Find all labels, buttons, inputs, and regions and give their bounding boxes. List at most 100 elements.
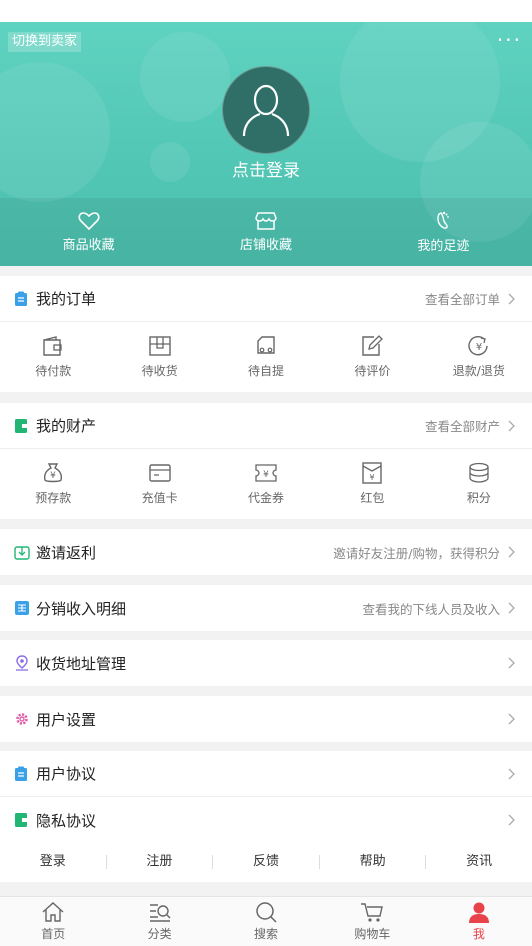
footer-link-feedback[interactable]: 反馈 (213, 855, 320, 869)
footer-link-help[interactable]: 帮助 (320, 855, 427, 869)
invite-title: 邀请返利 (36, 543, 97, 562)
distribution-row[interactable]: 分销收入明细 查看我的下线人员及收入 (0, 585, 532, 631)
tab-me[interactable]: 我 (426, 897, 532, 946)
asset-red-packet[interactable]: ¥ 红包 (319, 449, 425, 519)
category-icon (149, 904, 171, 922)
asset-red-packet-label: 红包 (360, 491, 385, 505)
refund-icon: ¥ (468, 336, 488, 356)
chevron-right-icon (504, 545, 518, 559)
tab-category-label: 分类 (147, 927, 172, 941)
favorites-goods-button[interactable]: 商品收藏 (0, 198, 177, 266)
assets-header[interactable]: 我的财产 查看全部财产 (0, 403, 532, 449)
orders-header[interactable]: 我的订单 查看全部订单 (0, 276, 532, 322)
voucher-icon: ¥ (255, 464, 277, 482)
invite-icon (14, 544, 30, 560)
assets-section: 我的财产 查看全部财产 ¥ 预存款 充值卡 ¥ 代金券 ¥ 红包 积分 (0, 403, 532, 519)
distribution-icon (14, 600, 30, 616)
login-link[interactable]: 点击登录 (0, 156, 532, 181)
invite-section: 邀请返利 邀请好友注册/购物，获得积分 (0, 529, 532, 575)
switch-to-seller-button[interactable]: 切换到卖家 (8, 32, 82, 52)
favorites-shop-label: 店铺收藏 (239, 238, 292, 253)
card-icon (148, 464, 171, 482)
agreement-title: 用户协议 (36, 765, 97, 783)
status-bar (0, 0, 532, 22)
assets-title: 我的财产 (36, 417, 97, 435)
order-refund-label: 退款/退货 (452, 364, 505, 378)
cart-icon (361, 903, 384, 922)
footprint-button[interactable]: 我的足迹 (355, 198, 532, 266)
tab-category[interactable]: 分类 (106, 897, 212, 946)
asset-voucher-label: 代金券 (248, 491, 285, 505)
chevron-right-icon (504, 419, 518, 433)
favorites-shop-button[interactable]: 店铺收藏 (177, 198, 354, 266)
edit-icon (362, 335, 384, 356)
agreements-section: 用户协议 隐私协议 (0, 751, 532, 843)
footer-link-news[interactable]: 资讯 (426, 855, 532, 869)
decor-bubble (0, 62, 110, 202)
favorites-goods-label: 商品收藏 (62, 238, 115, 253)
shop-icon (255, 212, 277, 230)
invite-desc: 邀请好友注册/购物，获得积分 (333, 545, 500, 561)
asset-recharge-card[interactable]: 充值卡 (106, 449, 212, 519)
orders-view-all-link[interactable]: 查看全部订单 (425, 289, 500, 308)
svg-text:¥: ¥ (476, 342, 482, 353)
settings-row[interactable]: 用户设置 (0, 696, 532, 742)
tab-cart-label: 购物车 (354, 927, 391, 941)
orders-section: 我的订单 查看全部订单 待付款 待收货 待自提 待评价 ¥ 退款/退货 (0, 276, 532, 392)
asset-points[interactable]: 积分 (426, 449, 532, 519)
home-icon (42, 902, 64, 922)
document-green-icon (14, 812, 30, 828)
bottom-tab-bar: 首页 分类 搜索 购物车 我 (0, 896, 532, 946)
assets-view-all-link[interactable]: 查看全部财产 (425, 416, 500, 435)
order-pending-pickup[interactable]: 待自提 (213, 322, 319, 392)
order-refund[interactable]: ¥ 退款/退货 (426, 322, 532, 392)
footer-link-login[interactable]: 登录 (0, 855, 107, 869)
order-pending-receipt[interactable]: 待收货 (106, 322, 212, 392)
wallet-icon (43, 336, 62, 356)
order-pending-review[interactable]: 待评价 (319, 322, 425, 392)
order-pending-pickup-label: 待自提 (248, 364, 285, 378)
svg-text:¥: ¥ (50, 471, 56, 481)
user-icon (468, 902, 489, 923)
settings-title: 用户设置 (36, 710, 97, 729)
more-icon[interactable]: ··· (497, 30, 522, 50)
footprint-label: 我的足迹 (417, 239, 470, 254)
distribution-desc: 查看我的下线人员及收入 (362, 601, 500, 617)
tab-home-label: 首页 (41, 927, 66, 941)
agreement-row[interactable]: 用户协议 (0, 751, 532, 797)
tab-home[interactable]: 首页 (0, 897, 106, 946)
chevron-right-icon (504, 712, 518, 726)
order-pending-payment-label: 待付款 (35, 364, 72, 378)
truck-icon (257, 336, 275, 354)
order-pending-review-label: 待评价 (354, 364, 391, 378)
avatar[interactable] (222, 66, 310, 154)
coins-icon (469, 462, 489, 483)
search-icon (256, 902, 277, 923)
privacy-title: 隐私协议 (36, 811, 97, 830)
wallet-green-icon (14, 418, 30, 434)
address-title: 收货地址管理 (36, 654, 127, 673)
settings-section: 用户设置 (0, 696, 532, 742)
footer-link-register[interactable]: 注册 (107, 855, 214, 869)
order-pending-payment[interactable]: 待付款 (0, 322, 106, 392)
asset-deposit-label: 预存款 (35, 491, 72, 505)
tab-search[interactable]: 搜索 (213, 897, 319, 946)
chevron-right-icon (504, 656, 518, 670)
gear-icon (14, 711, 30, 727)
user-silhouette-icon (242, 84, 290, 137)
chevron-right-icon (504, 813, 518, 827)
invite-row[interactable]: 邀请返利 邀请好友注册/购物，获得积分 (0, 529, 532, 575)
clipboard-icon (14, 766, 30, 782)
distribution-section: 分销收入明细 查看我的下线人员及收入 (0, 585, 532, 631)
privacy-row[interactable]: 隐私协议 (0, 797, 532, 843)
tab-search-label: 搜索 (254, 927, 279, 941)
asset-deposit[interactable]: ¥ 预存款 (0, 449, 106, 519)
asset-voucher[interactable]: ¥ 代金券 (213, 449, 319, 519)
address-row[interactable]: 收货地址管理 (0, 640, 532, 686)
chevron-right-icon (504, 292, 518, 306)
location-icon (14, 655, 30, 671)
tab-cart[interactable]: 购物车 (319, 897, 425, 946)
heart-icon (78, 212, 100, 231)
box-icon (148, 336, 171, 356)
profile-header: 切换到卖家 ··· 点击登录 商品收藏 店铺收藏 我的足迹 (0, 22, 532, 266)
